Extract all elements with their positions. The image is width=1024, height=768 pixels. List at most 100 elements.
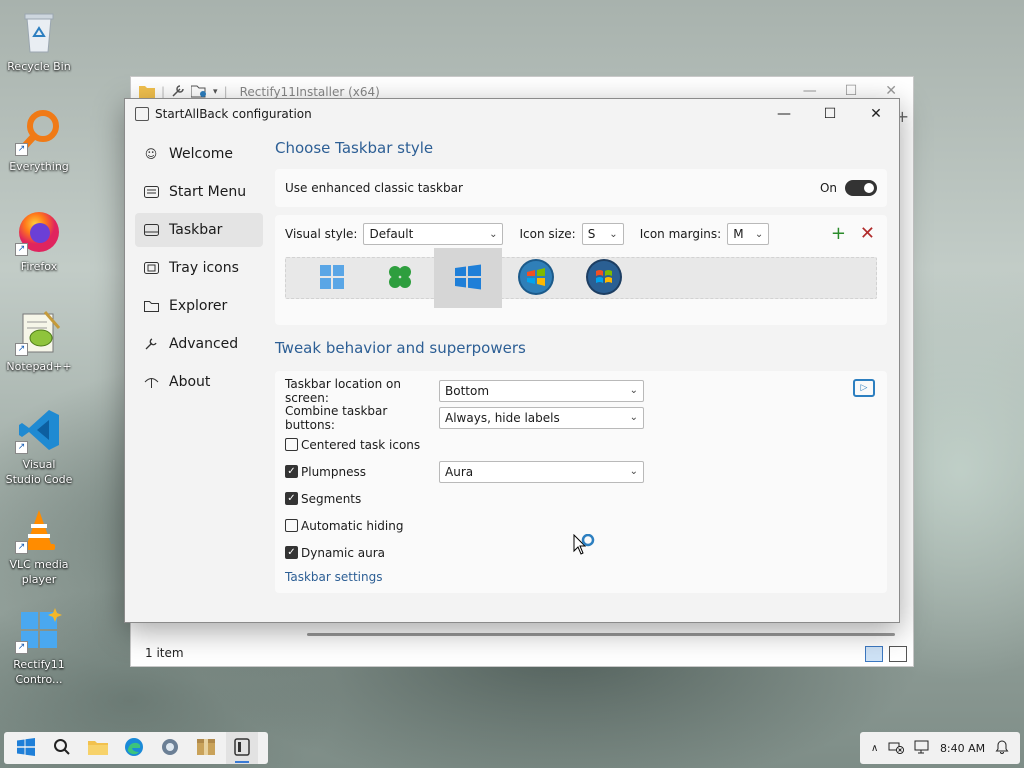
startallback-window[interactable]: StartAllBack configuration — ☐ ✕ ☺ Welco… [124,98,900,623]
chevron-down-icon: ⌄ [489,228,498,240]
automatic-hiding-checkbox[interactable]: Automatic hiding [285,519,403,533]
style-option-windows-7[interactable] [502,248,570,308]
sidebar-item-label: Tray icons [169,260,239,276]
video-tutorial-icon[interactable]: ▷ [853,379,875,397]
chevron-down-icon: ⌄ [754,228,764,240]
desktop-icon-label: Notepad++ [6,360,72,373]
sidebar-item-label: About [169,374,211,390]
desktop-icon-notepad-plus-plus[interactable]: ↗ Notepad++ [4,308,74,374]
visual-style-label: Visual style: [285,227,358,241]
clock[interactable]: 8:40 AM [940,742,985,755]
window-title: StartAllBack configuration [155,107,312,121]
network-disconnected-icon[interactable] [888,740,905,757]
tray-icon [143,260,159,276]
firefox-icon: ↗ [15,208,63,256]
close-button[interactable]: ✕ [853,99,899,129]
details-view-icon[interactable] [865,646,883,662]
shortcut-arrow-icon: ↗ [15,143,28,156]
chevron-down-icon: ⌄ [629,412,638,423]
desktop-icon-vscode[interactable]: ↗ Visual Studio Code [4,406,74,487]
recycle-bin-icon [15,8,63,56]
sidebar-item-advanced[interactable]: Advanced [135,327,263,361]
visual-style-select[interactable]: Default ⌄ [363,223,504,245]
notification-bell-icon[interactable] [995,739,1009,757]
sidebar-item-tray-icons[interactable]: Tray icons [135,251,263,285]
segments-checkbox[interactable]: ✓ Segments [285,492,361,506]
tiles-view-icon[interactable] [889,646,907,662]
centered-task-icons-checkbox[interactable]: Centered task icons [285,438,420,452]
enhanced-taskbar-label: Use enhanced classic taskbar [285,181,463,195]
rectify11-icon: ↗ [15,606,63,654]
maximize-icon[interactable]: ☐ [845,83,858,99]
start-button[interactable] [10,732,42,764]
everything-search-icon: ↗ [15,108,63,156]
about-icon [143,374,159,390]
enhanced-taskbar-toggle[interactable] [845,180,877,196]
shortcut-arrow-icon: ↗ [15,541,28,554]
sidebar: ☺ Welcome Start Menu Taskbar Tray icons … [135,137,263,403]
sidebar-item-welcome[interactable]: ☺ Welcome [135,137,263,171]
chevron-up-icon[interactable]: ∧ [871,743,878,754]
taskbar-location-select[interactable]: Bottom ⌄ [439,379,644,402]
display-icon[interactable] [914,740,930,757]
style-option-windows-10[interactable] [434,248,502,308]
dynamic-aura-checkbox[interactable]: ✓ Dynamic aura [285,546,385,560]
desktop-icon-recycle-bin[interactable]: Recycle Bin [4,8,74,74]
style-option-clover[interactable] [366,248,434,308]
maximize-icon: ☐ [823,106,837,122]
taskbar-edge[interactable] [118,732,150,764]
desktop-icon-rectify11[interactable]: ↗ Rectify11 Contro... [4,606,74,687]
checkbox-box [285,438,298,451]
horizontal-scrollbar[interactable] [307,633,895,636]
remove-style-icon[interactable]: ✕ [860,223,875,244]
maximize-button[interactable]: ☐ [807,99,853,129]
start-button-style-strip [285,248,877,308]
plumpness-select[interactable]: Aura ⌄ [439,460,644,483]
icon-size-select[interactable]: S ⌄ [581,223,624,245]
sidebar-item-about[interactable]: About [135,365,263,399]
style-option-windows-11[interactable] [298,248,366,308]
start-menu-icon [143,184,159,200]
style-option-windows-vista[interactable] [570,248,638,308]
icon-margins-label: Icon margins: [639,227,722,241]
checkmark-icon: ✓ [285,492,298,505]
sidebar-item-label: Advanced [169,336,239,352]
taskbar-settings-link[interactable]: Taskbar settings [285,570,877,584]
close-icon[interactable]: ✕ [885,83,897,99]
icon-margins-value: M [733,227,744,241]
icon-margins-select[interactable]: M ⌄ [727,223,770,245]
status-bar: 1 item [131,640,913,666]
plumpness-value: Aura [445,464,474,479]
taskbar-startallback[interactable] [226,732,258,764]
plumpness-checkbox[interactable]: ✓ Plumpness [285,465,439,479]
taskbar-search-button[interactable] [46,732,78,764]
chevron-down-icon[interactable]: ▾ [213,87,218,97]
minimize-button[interactable]: — [761,99,807,129]
start-icon [17,737,35,759]
desktop-icon-firefox[interactable]: ↗ Firefox [4,208,74,274]
wrench-icon [143,336,159,352]
sidebar-item-start-menu[interactable]: Start Menu [135,175,263,209]
combine-buttons-select[interactable]: Always, hide labels ⌄ [439,406,644,429]
startallback-icon [234,737,250,759]
sidebar-item-label: Explorer [169,298,228,314]
icon-size-label: Icon size: [519,227,576,241]
taskbar-package[interactable] [190,732,222,764]
combine-buttons-value: Always, hide labels [445,410,560,425]
desktop-icon-label: Recycle Bin [7,60,71,73]
plumpness-label: Plumpness [301,464,366,479]
desktop-icon-vlc[interactable]: ↗ VLC media player [4,506,74,587]
sidebar-item-taskbar[interactable]: Taskbar [135,213,263,247]
add-style-icon[interactable]: + [831,223,846,244]
section-title-tweaks: Tweak behavior and superpowers [275,339,526,357]
sidebar-item-explorer[interactable]: Explorer [135,289,263,323]
centered-task-icons-label: Centered task icons [301,437,421,452]
desktop-icon-label: Everything [9,160,69,173]
taskbar-settings[interactable] [154,732,186,764]
desktop-icon-everything[interactable]: ↗ Everything [4,108,74,174]
folder-icon [143,298,159,314]
main-content: Choose Taskbar style Use enhanced classi… [275,135,887,593]
minimize-icon[interactable]: — [803,83,817,99]
checkbox-box [285,519,298,532]
taskbar-file-explorer[interactable] [82,732,114,764]
